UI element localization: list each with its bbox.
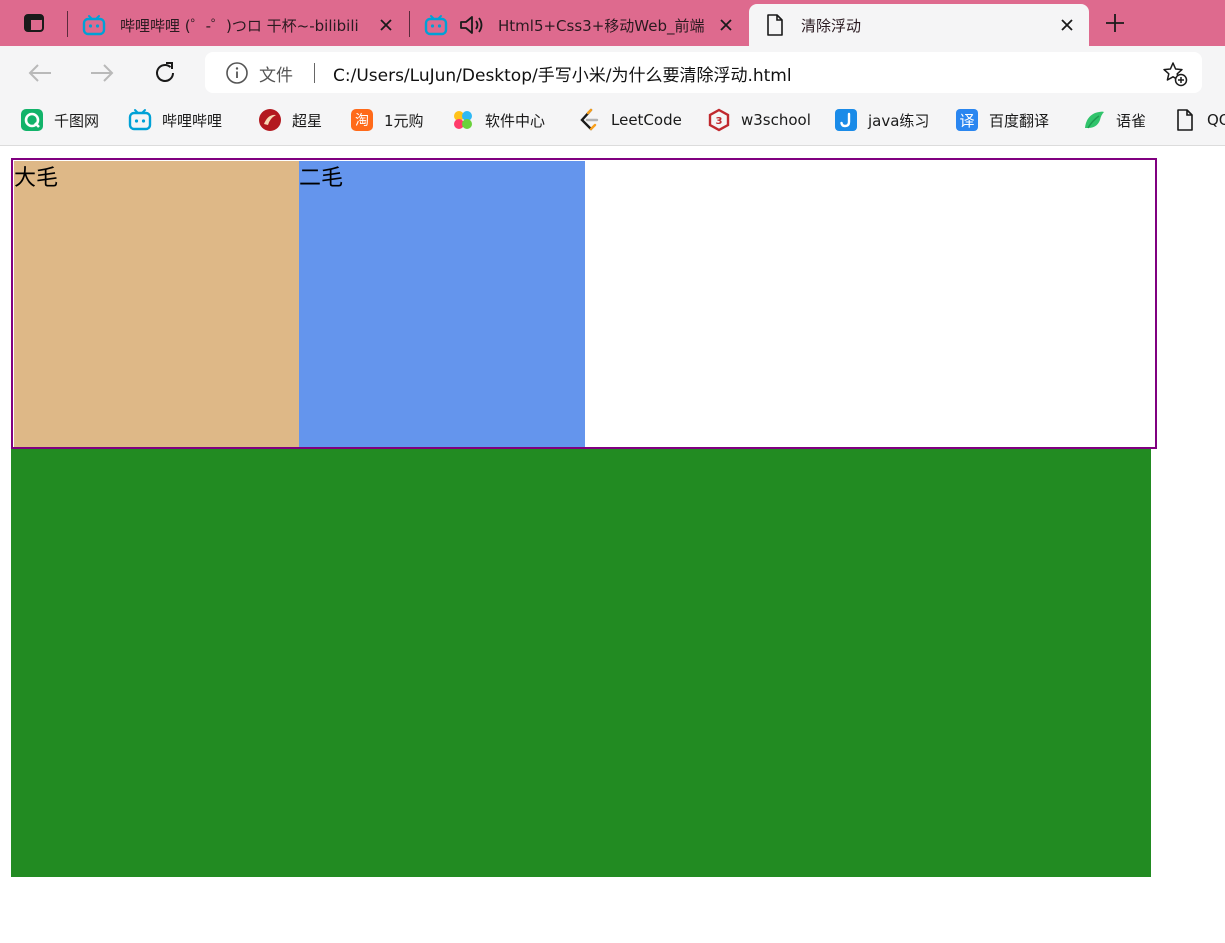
address-separator [314, 63, 315, 83]
bookmark-leetcode[interactable]: LeetCode [577, 108, 682, 132]
svg-text:淘: 淘 [355, 113, 369, 129]
bookmark-chaoxing[interactable]: 超星 [258, 108, 322, 132]
speaker-icon[interactable] [458, 13, 484, 37]
bookmarks-bar: 千图网 哔哩哔哩 超星 淘 1元购 软件中心 LeetCode 3 w3scho [0, 99, 1225, 146]
forward-button[interactable] [87, 58, 117, 88]
tab-clear-float[interactable]: 清除浮动 [749, 4, 1089, 46]
bookmark-label: w3school [741, 111, 811, 129]
yuque-icon [1082, 108, 1106, 132]
tab-actions-button[interactable] [14, 9, 54, 37]
tab-title: 哔哩哔哩 (゜-゜)つロ 干杯~-bilibili [120, 17, 359, 35]
add-favorite-icon[interactable] [1162, 61, 1188, 87]
bookmark-label: 超星 [292, 111, 323, 130]
arrow-right-icon [91, 64, 114, 82]
tab-close-button[interactable] [714, 13, 738, 37]
file-scheme-label: 文件 [259, 66, 293, 86]
bookmark-label: 哔哩哔哩 [162, 111, 223, 130]
tab-close-button[interactable] [1055, 13, 1079, 37]
tab-title: Html5+Css3+移动Web_前端 [498, 17, 704, 35]
refresh-icon [156, 62, 174, 82]
chaoxing-icon [258, 108, 282, 132]
document-icon [1173, 108, 1197, 132]
bookmark-label: 1元购 [384, 111, 424, 130]
plus-icon [1106, 14, 1124, 32]
close-icon [380, 19, 392, 31]
bookmark-label: LeetCode [611, 111, 682, 129]
bookmark-software-center[interactable]: 软件中心 [451, 108, 545, 132]
bookmark-qiantu[interactable]: 千图网 [20, 108, 99, 132]
bilibili-icon [424, 15, 448, 36]
arrow-left-icon [28, 64, 51, 82]
refresh-button[interactable] [150, 58, 180, 88]
bilibili-icon [82, 15, 106, 36]
tab-title: 清除浮动 [801, 17, 862, 35]
tab-html5-course[interactable]: Html5+Css3+移动Web_前端 [414, 4, 748, 46]
url-text[interactable]: C:/Users/LuJun/Desktop/手写小米/为什么要清除浮动.htm… [333, 61, 792, 86]
new-tab-button[interactable] [1100, 9, 1130, 37]
tab-separator [67, 11, 68, 37]
bookmark-bilibili[interactable]: 哔哩哔哩 [128, 108, 222, 132]
close-icon [1061, 19, 1073, 31]
float-box-ermao: 二毛 [299, 161, 585, 447]
close-icon [720, 19, 732, 31]
page-viewport: 大毛 二毛 [0, 147, 1225, 943]
bookmark-baidu-translate[interactable]: 译 百度翻译 [955, 108, 1049, 132]
baidu-translate-icon: 译 [955, 108, 979, 132]
bookmark-label: java练习 [868, 111, 930, 130]
svg-text:译: 译 [959, 112, 974, 130]
bilibili-icon [128, 108, 152, 132]
back-button[interactable] [25, 58, 55, 88]
parent-container: 大毛 二毛 [11, 158, 1157, 449]
bookmark-label: 百度翻译 [989, 111, 1050, 130]
tab-separator [409, 11, 410, 37]
browser-toolbar: 文件 C:/Users/LuJun/Desktop/手写小米/为什么要清除浮动.… [0, 46, 1225, 99]
bookmark-label: 语雀 [1116, 111, 1147, 130]
info-icon[interactable] [225, 61, 249, 85]
tab-strip: 哔哩哔哩 (゜-゜)つロ 干杯~-bilibili Html5+Css3+移动W… [0, 0, 1225, 46]
java-icon [834, 108, 858, 132]
address-bar[interactable]: 文件 C:/Users/LuJun/Desktop/手写小米/为什么要清除浮动.… [205, 52, 1202, 93]
tab-close-button[interactable] [374, 13, 398, 37]
bookmark-label: QQ [1207, 111, 1225, 129]
bookmark-label: 软件中心 [485, 111, 546, 130]
w3school-icon: 3 [707, 108, 731, 132]
tab-bilibili[interactable]: 哔哩哔哩 (゜-゜)つロ 干杯~-bilibili [72, 4, 408, 46]
box-label: 二毛 [299, 166, 344, 191]
bookmark-yuque[interactable]: 语雀 [1082, 108, 1146, 132]
qiantu-icon [20, 108, 44, 132]
bookmark-qq[interactable]: QQ [1173, 108, 1225, 132]
bookmark-label: 千图网 [54, 111, 100, 130]
box-label: 大毛 [14, 166, 59, 191]
bookmark-1yuan[interactable]: 淘 1元购 [350, 108, 424, 132]
float-box-damao: 大毛 [14, 161, 300, 447]
svg-text:3: 3 [716, 116, 723, 127]
taobao-icon: 淘 [350, 108, 374, 132]
document-icon [767, 14, 783, 36]
bookmark-w3school[interactable]: 3 w3school [707, 108, 811, 132]
software-center-icon [451, 108, 475, 132]
green-block [11, 449, 1151, 877]
tab-actions-icon [24, 14, 44, 32]
leetcode-icon [577, 108, 601, 132]
bookmark-java-practice[interactable]: java练习 [834, 108, 929, 132]
